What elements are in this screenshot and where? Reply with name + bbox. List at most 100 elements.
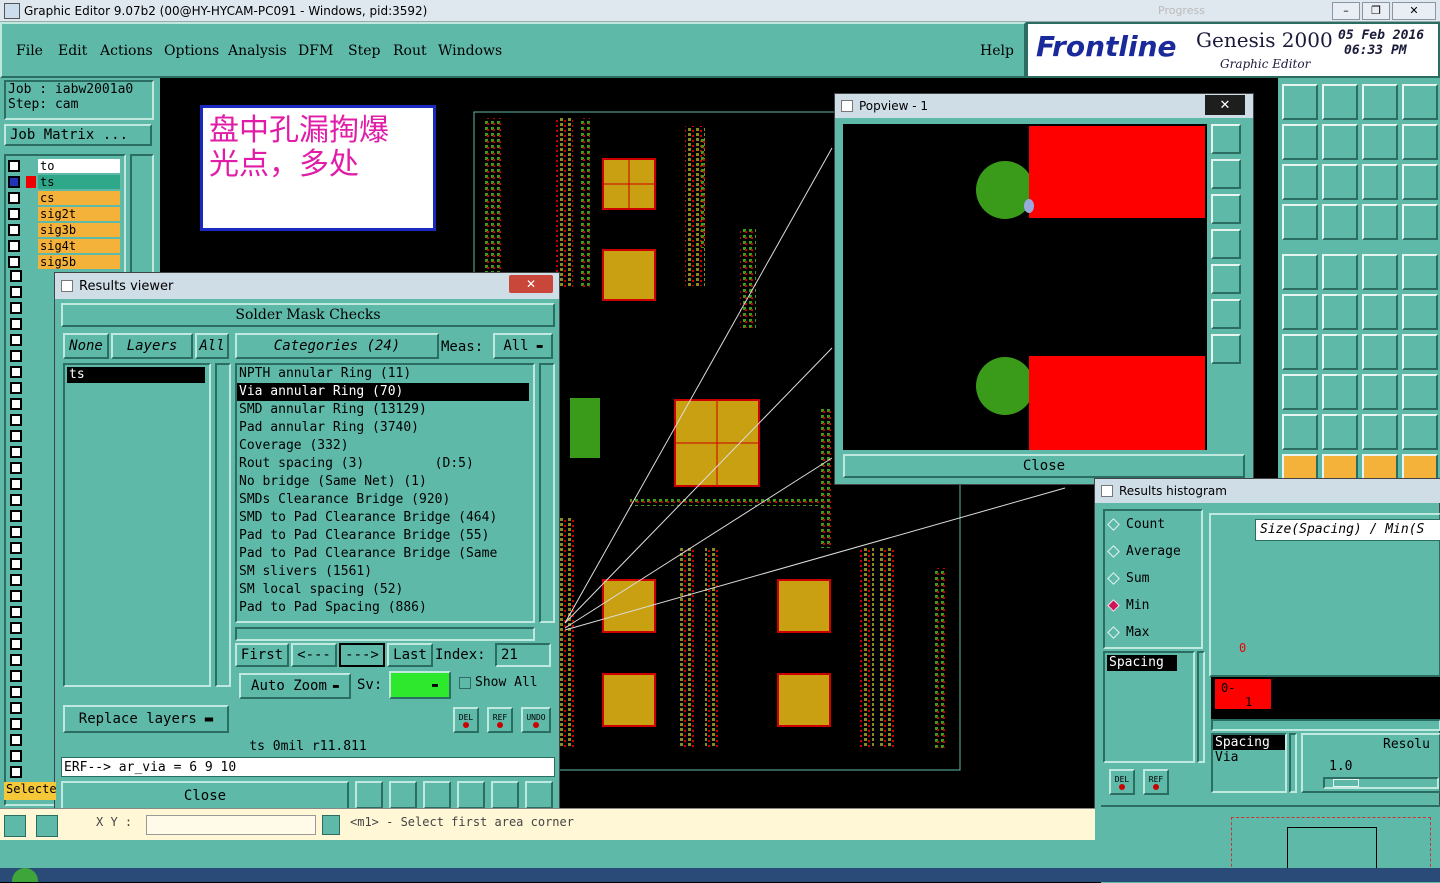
sv-select[interactable]: ▬ [389,671,451,699]
layer-checkbox[interactable] [10,590,22,602]
layer-checkbox[interactable] [10,734,22,746]
histogram-list-item[interactable]: Spacing [1107,655,1177,671]
center-view-icon[interactable] [1211,334,1241,364]
split-icon[interactable] [1402,334,1438,370]
category-item[interactable]: SMDs Clearance Bridge (920) [237,491,533,509]
index-input[interactable]: 21 [495,643,551,667]
category-item[interactable]: SM local spacing (52) [237,581,533,599]
layers-list[interactable]: ts [63,363,211,687]
home-icon[interactable] [1362,84,1398,120]
layer-checkbox[interactable] [10,510,22,522]
ref-button[interactable]: REF [487,707,513,733]
categories-list[interactable]: NPTH annular Ring (11) Via annular Ring (… [235,363,535,623]
layer-checkbox[interactable] [8,240,20,252]
layer-checkbox[interactable] [10,302,22,314]
layer-checkbox[interactable] [10,558,22,570]
statistic-option[interactable]: Max [1107,625,1149,640]
layer-checkbox[interactable] [10,414,22,426]
grid-icon[interactable] [1322,204,1358,240]
layers-button[interactable]: Layers [111,333,193,359]
layer-name[interactable]: sig4t [38,239,120,253]
layer-checkbox[interactable] [10,494,22,506]
chart-icon[interactable] [525,781,553,809]
layer-checkbox[interactable] [8,192,20,204]
statistic-option[interactable]: Min [1107,598,1149,613]
info-icon[interactable] [322,815,340,835]
measure-icon[interactable] [1282,204,1318,240]
draw-icon[interactable] [1322,254,1358,290]
open-job-icon[interactable] [1282,84,1318,120]
none-button[interactable]: None [63,333,109,359]
menu-analysis[interactable]: Analysis [228,43,287,59]
angle-icon[interactable] [1282,334,1318,370]
statistic-option[interactable]: Average [1107,544,1181,559]
categories-scrollbar[interactable] [539,363,555,623]
layer-checkbox[interactable] [10,398,22,410]
layer-checkbox[interactable] [10,366,22,378]
layer-checkbox[interactable] [10,702,22,714]
category-item[interactable]: NPTH annular Ring (11) [237,365,533,383]
last-button[interactable]: Last [387,643,433,667]
zoom-number-icon[interactable] [457,781,485,809]
highlight-icon[interactable] [389,781,417,809]
line-icon[interactable] [1322,334,1358,370]
group-icon[interactable] [1362,374,1398,410]
scale-icon[interactable] [1362,164,1398,200]
zoom-home-icon[interactable] [1211,124,1241,154]
layer-checkbox[interactable] [10,286,22,298]
layer-checkbox[interactable] [10,542,22,554]
rotate-icon[interactable] [1362,124,1398,160]
erase-icon[interactable] [423,781,451,809]
hist-ref-button[interactable]: REF [1143,769,1169,795]
layer-checkbox[interactable] [8,208,20,220]
layer-checkbox[interactable] [10,318,22,330]
layer-checkbox[interactable] [10,478,22,490]
layer-name[interactable]: sig5b [38,255,120,269]
minimize-icon[interactable]: – [1332,1,1360,20]
layer-name[interactable]: ts [38,175,120,189]
layer-name[interactable]: sig3b [38,223,120,237]
layer-checkbox[interactable] [8,176,20,188]
center-icon[interactable] [1322,164,1358,200]
layer-checkbox[interactable] [10,686,22,698]
resolution-slider[interactable] [1323,777,1439,789]
layer-checkbox[interactable] [10,462,22,474]
menu-actions[interactable]: Actions [100,43,153,59]
layer-name[interactable]: to [38,159,120,173]
maximize-icon[interactable]: ❐ [1362,1,1390,20]
prev-button[interactable]: <--- [291,643,337,667]
replace-layers-button[interactable]: Replace layers ▬ [63,705,229,733]
layer-checkbox[interactable] [8,160,20,172]
triangle-icon[interactable] [1282,414,1318,450]
zoom-in-icon[interactable] [1211,159,1241,189]
job-matrix-button[interactable]: Job Matrix ... [4,124,152,146]
line-pad-alt-icon[interactable] [1402,294,1438,330]
layer-checkbox[interactable] [8,224,20,236]
pan-left-icon[interactable] [1211,229,1241,259]
category-item[interactable]: Coverage (332) [237,437,533,455]
layer-checkbox[interactable] [10,766,22,778]
show-all-checkbox[interactable] [459,677,471,689]
menu-edit[interactable]: Edit [58,43,87,59]
category-item[interactable]: Pad annular Ring (3740) [237,419,533,437]
meas-select[interactable]: All ▬ [493,333,553,359]
layer-swap-icon[interactable] [1402,204,1438,240]
popview-canvas[interactable] [843,124,1207,450]
window-icon[interactable] [1402,84,1438,120]
layer-compare-icon[interactable] [1362,204,1398,240]
histogram-list-scrollbar[interactable] [1197,651,1205,763]
triangle-alt-icon[interactable] [1322,414,1358,450]
layer-checkbox[interactable] [10,654,22,666]
triangle-split-icon[interactable] [1402,414,1438,450]
hist-del-button[interactable]: DEL [1109,769,1135,795]
category-item[interactable]: No bridge (Same Net) (1) [237,473,533,491]
layer-checkbox[interactable] [10,350,22,362]
zoom-icon[interactable] [4,815,26,837]
layer-checkbox[interactable] [10,622,22,634]
help-icon[interactable] [1402,164,1438,200]
lower-list-scrollbar[interactable] [1289,733,1297,793]
categories-hscrollbar[interactable] [235,627,535,641]
del-button[interactable]: DEL [453,707,479,733]
xy-input[interactable] [146,815,316,835]
group-alt-icon[interactable] [1402,374,1438,410]
